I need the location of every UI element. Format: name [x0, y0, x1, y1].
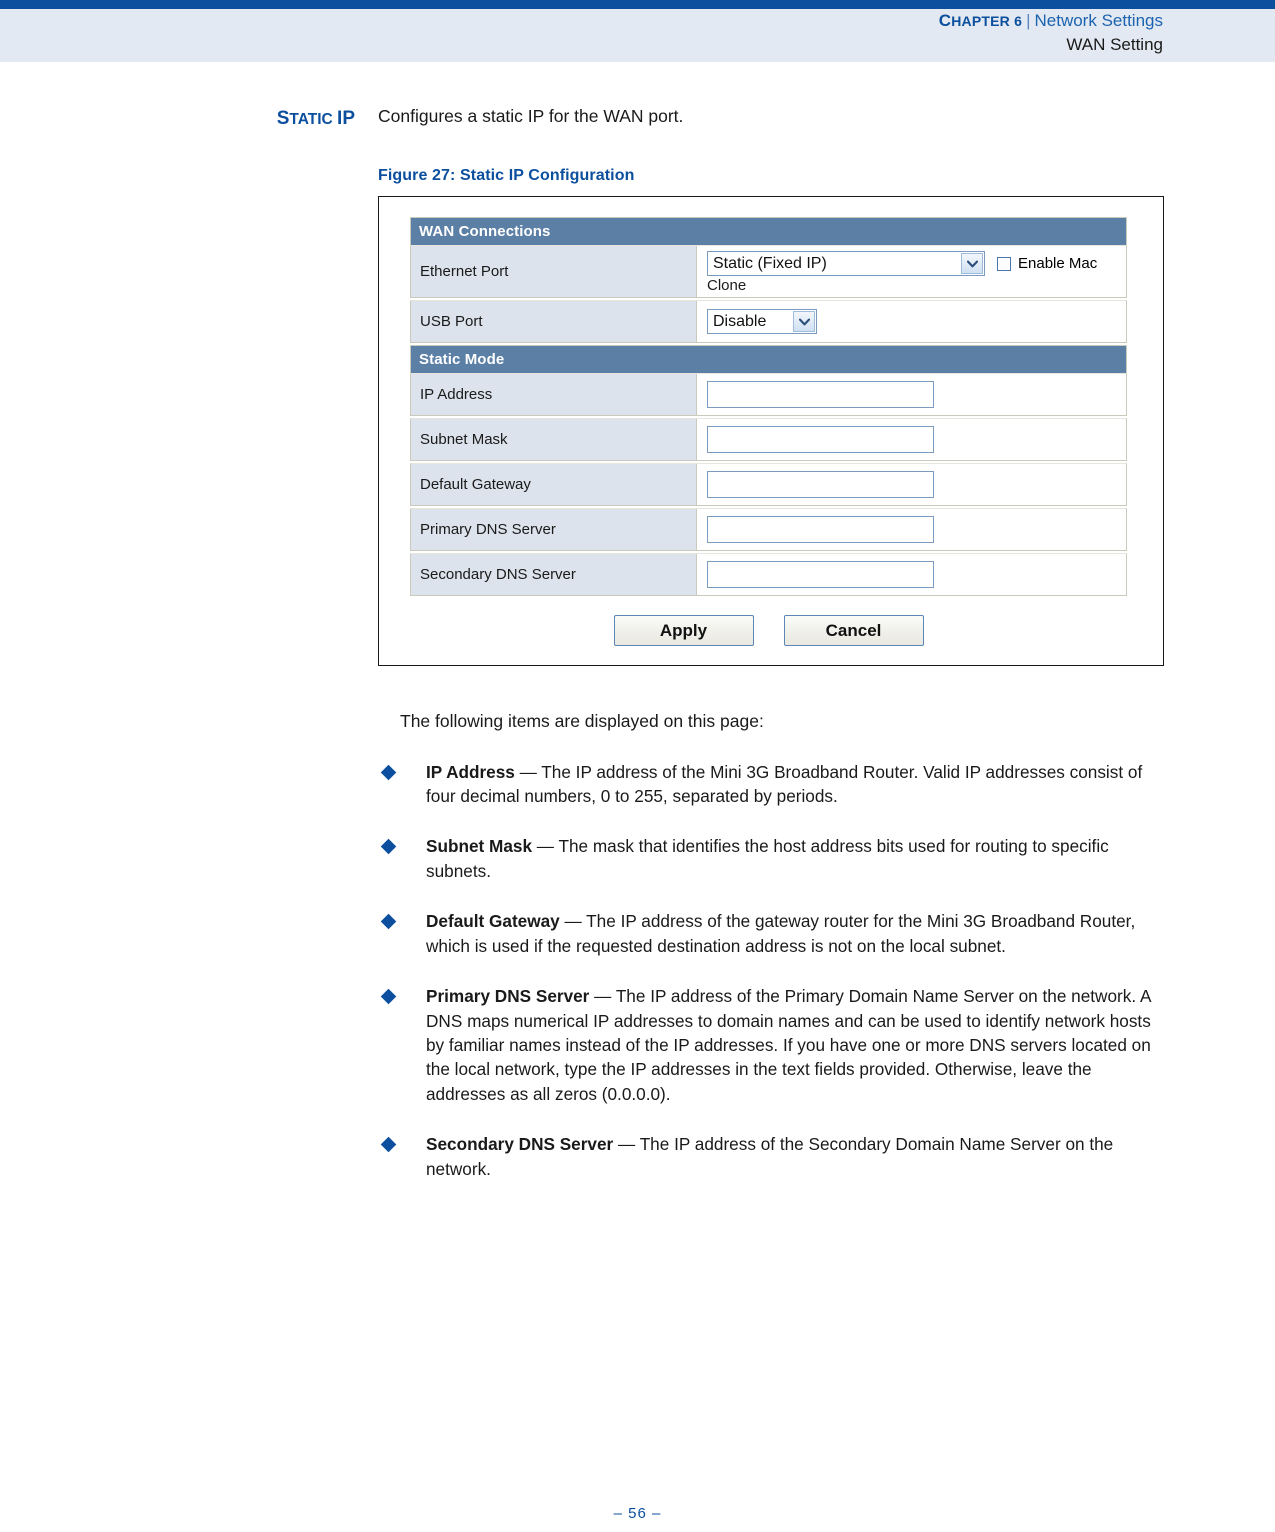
- bullet-term: Default Gateway: [426, 911, 560, 932]
- row-label-ethernet-port: Ethernet Port: [411, 246, 697, 297]
- chapter-cap-letter: C: [938, 11, 952, 30]
- bullet-term: Subnet Mask: [426, 836, 533, 857]
- default-gateway-input[interactable]: [707, 471, 934, 498]
- row-value-ethernet-port: Static (Fixed IP) Enable Mac Clone: [697, 246, 1126, 297]
- diamond-bullet-icon: [380, 988, 397, 1005]
- bullet-dash: —: [589, 986, 616, 1007]
- router-config-panel: WAN Connections Ethernet Port Static (Fi…: [410, 217, 1127, 646]
- bullet-dash: —: [514, 761, 542, 782]
- margin-heading-static-ip: STATIC IP: [120, 108, 355, 130]
- margin-heading-cap: S: [276, 108, 290, 129]
- row-label-ip-address: IP Address: [411, 374, 697, 415]
- list-item: Secondary DNS Server — The IP address of…: [380, 1132, 1170, 1181]
- row-label-usb-port: USB Port: [411, 301, 697, 342]
- secondary-dns-server-input[interactable]: [707, 561, 934, 588]
- figure-caption: Figure 27: Static IP Configuration: [378, 166, 635, 184]
- bullet-term: Secondary DNS Server: [426, 1134, 614, 1155]
- header-subsection: WAN Setting: [1066, 35, 1163, 54]
- page-header-text: CHAPTER 6 | Network Settings WAN Setting: [939, 9, 1163, 53]
- ip-address-input[interactable]: [707, 381, 934, 408]
- table-row: IP Address: [410, 373, 1127, 416]
- bullet-term: IP Address: [426, 761, 515, 782]
- row-value-primary-dns-server: [697, 509, 1126, 550]
- diamond-bullet-icon: [380, 764, 397, 780]
- intro-paragraph: Configures a static IP for the WAN port.: [378, 106, 684, 126]
- section-header-static-mode: Static Mode: [410, 345, 1127, 373]
- row-value-default-gateway: [697, 464, 1126, 505]
- usb-port-select[interactable]: Disable: [707, 309, 817, 334]
- form-button-row: Apply Cancel: [410, 615, 1127, 646]
- primary-dns-server-input[interactable]: [707, 516, 934, 543]
- list-item: IP Address — The IP address of the Mini …: [380, 760, 1170, 809]
- diamond-bullet-icon: [380, 1136, 397, 1153]
- list-item: Subnet Mask — The mask that identifies t…: [380, 834, 1170, 883]
- diamond-bullet-icon: [380, 914, 397, 930]
- ethernet-port-select[interactable]: Static (Fixed IP): [707, 251, 985, 276]
- cancel-button[interactable]: Cancel: [783, 615, 924, 646]
- header-section: Network Settings: [1034, 11, 1164, 30]
- margin-heading-cap2: IP: [337, 108, 355, 129]
- table-row: Subnet Mask: [410, 418, 1127, 461]
- page-number-footer: – 56 –: [613, 1505, 662, 1522]
- intro-block: Configures a static IP for the WAN port.…: [378, 105, 1168, 185]
- figure-frame: WAN Connections Ethernet Port Static (Fi…: [378, 196, 1164, 666]
- row-label-subnet-mask: Subnet Mask: [411, 419, 697, 460]
- ethernet-port-control-row: Static (Fixed IP) Enable Mac: [707, 251, 1097, 276]
- chapter-label: CHAPTER 6: [939, 11, 1022, 30]
- usb-port-select-value: Disable: [713, 313, 767, 330]
- table-row: Default Gateway: [410, 463, 1127, 506]
- enable-mac-clone-label: Enable Mac: [1018, 255, 1098, 272]
- table-row: Primary DNS Server: [410, 508, 1127, 551]
- chapter-rest: HAPTER 6: [951, 13, 1023, 29]
- page-top-rule: [0, 0, 1275, 9]
- header-separator: |: [1026, 11, 1031, 30]
- table-row-usb-port: USB Port Disable: [410, 300, 1127, 343]
- table-row-ethernet-port: Ethernet Port Static (Fixed IP) Enable M…: [410, 245, 1127, 298]
- row-value-ip-address: [697, 374, 1126, 415]
- bullet-dash: —: [613, 1134, 640, 1155]
- list-item: Primary DNS Server — The IP address of t…: [380, 984, 1170, 1106]
- ethernet-port-select-value: Static (Fixed IP): [713, 255, 827, 272]
- table-row: Secondary DNS Server: [410, 553, 1127, 596]
- enable-mac-clone-checkbox[interactable]: [997, 256, 1011, 271]
- clone-text: Clone: [707, 277, 747, 294]
- bullet-term: Primary DNS Server: [426, 986, 590, 1007]
- row-label-secondary-dns-server: Secondary DNS Server: [411, 554, 697, 595]
- list-item: Default Gateway — The IP address of the …: [380, 909, 1170, 958]
- section-header-wan-connections: WAN Connections: [410, 217, 1127, 245]
- enable-mac-clone-checkbox-wrap[interactable]: Enable Mac: [997, 255, 1097, 272]
- apply-button[interactable]: Apply: [613, 615, 754, 646]
- row-value-subnet-mask: [697, 419, 1126, 460]
- row-label-default-gateway: Default Gateway: [411, 464, 697, 505]
- bullet-dash: —: [532, 836, 559, 857]
- body-prose: The following items are displayed on thi…: [380, 710, 1170, 1181]
- row-value-usb-port: Disable: [697, 301, 1126, 342]
- header-chapter-line: CHAPTER 6 | Network Settings: [939, 12, 1163, 29]
- subnet-mask-input[interactable]: [707, 426, 934, 453]
- row-label-primary-dns-server: Primary DNS Server: [411, 509, 697, 550]
- lead-paragraph: The following items are displayed on thi…: [400, 711, 764, 731]
- chevron-down-icon[interactable]: [961, 253, 983, 274]
- diamond-bullet-icon: [380, 839, 397, 855]
- row-value-secondary-dns-server: [697, 554, 1126, 595]
- margin-heading-rest: TATIC: [289, 111, 338, 128]
- bullet-dash: —: [559, 911, 587, 932]
- chevron-down-icon[interactable]: [793, 311, 815, 332]
